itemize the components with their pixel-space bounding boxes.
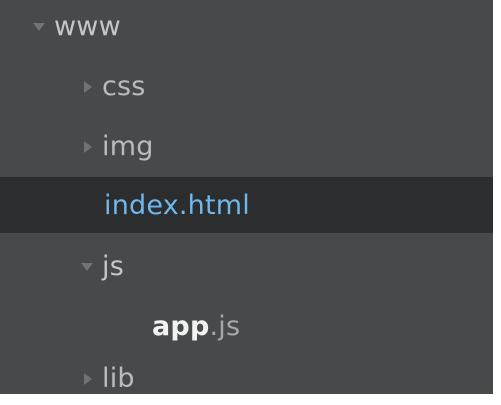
tree-folder-label: css (102, 71, 146, 102)
tree-folder-label: js (102, 251, 124, 282)
file-name-base: app (152, 311, 210, 342)
tree-folder-img[interactable]: img (0, 120, 493, 173)
tree-folder-label: img (102, 131, 154, 162)
tree-folder-label: www (54, 11, 121, 42)
tree-file-app-js[interactable]: app.js (0, 300, 493, 353)
tree-folder-js[interactable]: js (0, 240, 493, 293)
triangle-right-icon[interactable] (80, 140, 94, 154)
tree-folder-www[interactable]: www (0, 0, 493, 53)
triangle-right-icon[interactable] (80, 372, 94, 386)
tree-folder-lib[interactable]: lib (0, 352, 493, 405)
tree-file-label: app.js (152, 311, 240, 342)
file-tree-panel: www css img index.html js app.js lib (0, 0, 501, 402)
triangle-right-icon[interactable] (80, 80, 94, 94)
tree-folder-label: lib (102, 363, 135, 394)
tree-folder-css[interactable]: css (0, 60, 493, 113)
tree-file-index-html[interactable]: index.html (0, 177, 493, 233)
file-name-extension: .js (209, 311, 241, 342)
triangle-down-icon[interactable] (32, 20, 46, 34)
triangle-down-icon[interactable] (80, 260, 94, 274)
tree-file-label: index.html (104, 189, 250, 221)
